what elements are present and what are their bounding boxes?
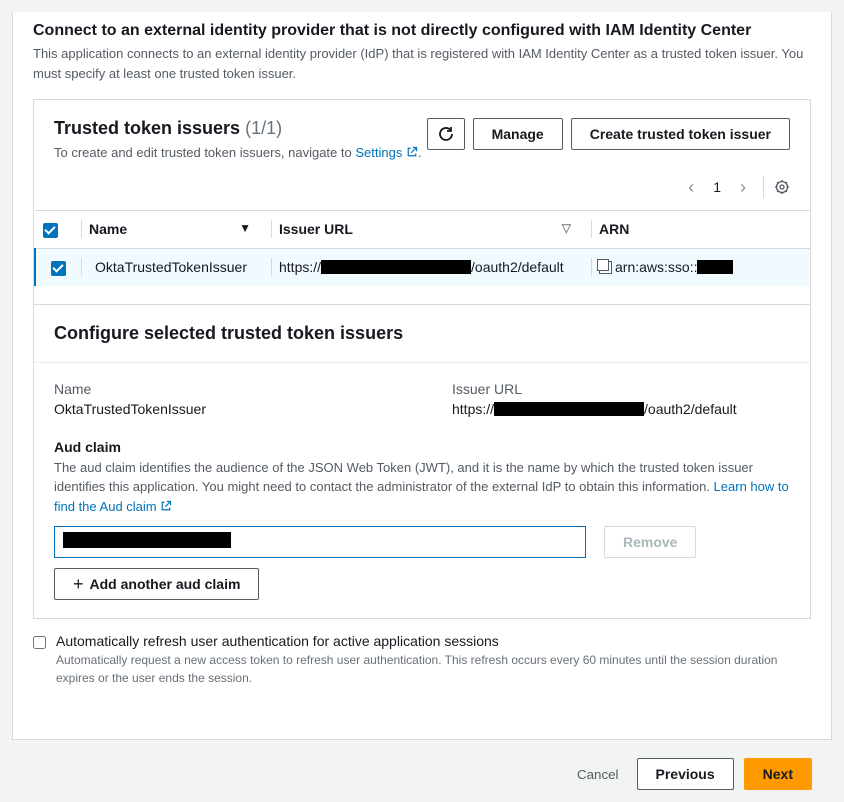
row-checkbox[interactable] <box>35 248 81 285</box>
pagination-page: 1 <box>707 179 727 195</box>
aud-claim-input[interactable] <box>54 526 586 558</box>
external-link-icon <box>406 146 418 158</box>
checkbox-checked-icon <box>43 223 58 238</box>
row-issuer-url: https:///oauth2/default <box>271 248 591 285</box>
card-subtitle-text: To create and edit trusted token issuers… <box>54 145 355 160</box>
config-url-value: https:///oauth2/default <box>452 401 790 417</box>
copy-icon[interactable] <box>599 261 612 274</box>
config-url-label: Issuer URL <box>452 381 790 397</box>
sort-icon: ▽ <box>562 221 571 235</box>
settings-link[interactable]: Settings <box>355 145 418 160</box>
section-description: This application connects to an external… <box>33 44 811 83</box>
manage-button[interactable]: Manage <box>473 118 563 150</box>
external-link-icon <box>160 500 172 512</box>
column-issuer-url[interactable]: Issuer URL▽ <box>271 211 591 249</box>
issuers-table: Name▼ Issuer URL▽ ARN OktaTrustedTokenIs… <box>34 210 810 286</box>
row-name: OktaTrustedTokenIssuer <box>81 248 271 285</box>
pagination-next[interactable]: › <box>733 177 753 198</box>
column-name[interactable]: Name▼ <box>81 211 271 249</box>
aud-claim-description: The aud claim identifies the audience of… <box>54 458 790 517</box>
gear-icon[interactable] <box>774 179 790 195</box>
auto-refresh-desc: Automatically request a new access token… <box>56 651 811 687</box>
refresh-icon <box>438 126 454 142</box>
card-count: (1/1) <box>245 118 282 138</box>
column-arn[interactable]: ARN <box>591 211 810 249</box>
table-row[interactable]: OktaTrustedTokenIssuer https:///oauth2/d… <box>35 248 810 285</box>
next-button[interactable]: Next <box>744 758 812 790</box>
auto-refresh-checkbox[interactable] <box>33 635 46 650</box>
aud-claim-label: Aud claim <box>54 439 790 455</box>
card-title: Trusted token issuers <box>54 118 240 138</box>
sort-desc-icon: ▼ <box>239 221 251 235</box>
config-name-value: OktaTrustedTokenIssuer <box>54 401 392 417</box>
configure-title: Configure selected trusted token issuers <box>54 323 790 344</box>
select-all-header[interactable] <box>35 211 81 249</box>
config-name-label: Name <box>54 381 392 397</box>
trusted-token-issuers-card: Trusted token issuers (1/1) To create an… <box>33 99 811 619</box>
create-issuer-button[interactable]: Create trusted token issuer <box>571 118 790 150</box>
add-aud-claim-button[interactable]: + Add another aud claim <box>54 568 259 600</box>
remove-aud-claim-button[interactable]: Remove <box>604 526 696 558</box>
auto-refresh-title: Automatically refresh user authenticatio… <box>56 633 811 649</box>
refresh-button[interactable] <box>427 118 465 150</box>
checkbox-checked-icon <box>51 261 66 276</box>
pagination-prev[interactable]: ‹ <box>681 177 701 198</box>
row-arn: arn:aws:sso:: <box>591 248 810 285</box>
plus-icon: + <box>73 574 84 595</box>
cancel-button[interactable]: Cancel <box>569 758 627 790</box>
previous-button[interactable]: Previous <box>637 758 734 790</box>
section-title: Connect to an external identity provider… <box>33 22 811 40</box>
